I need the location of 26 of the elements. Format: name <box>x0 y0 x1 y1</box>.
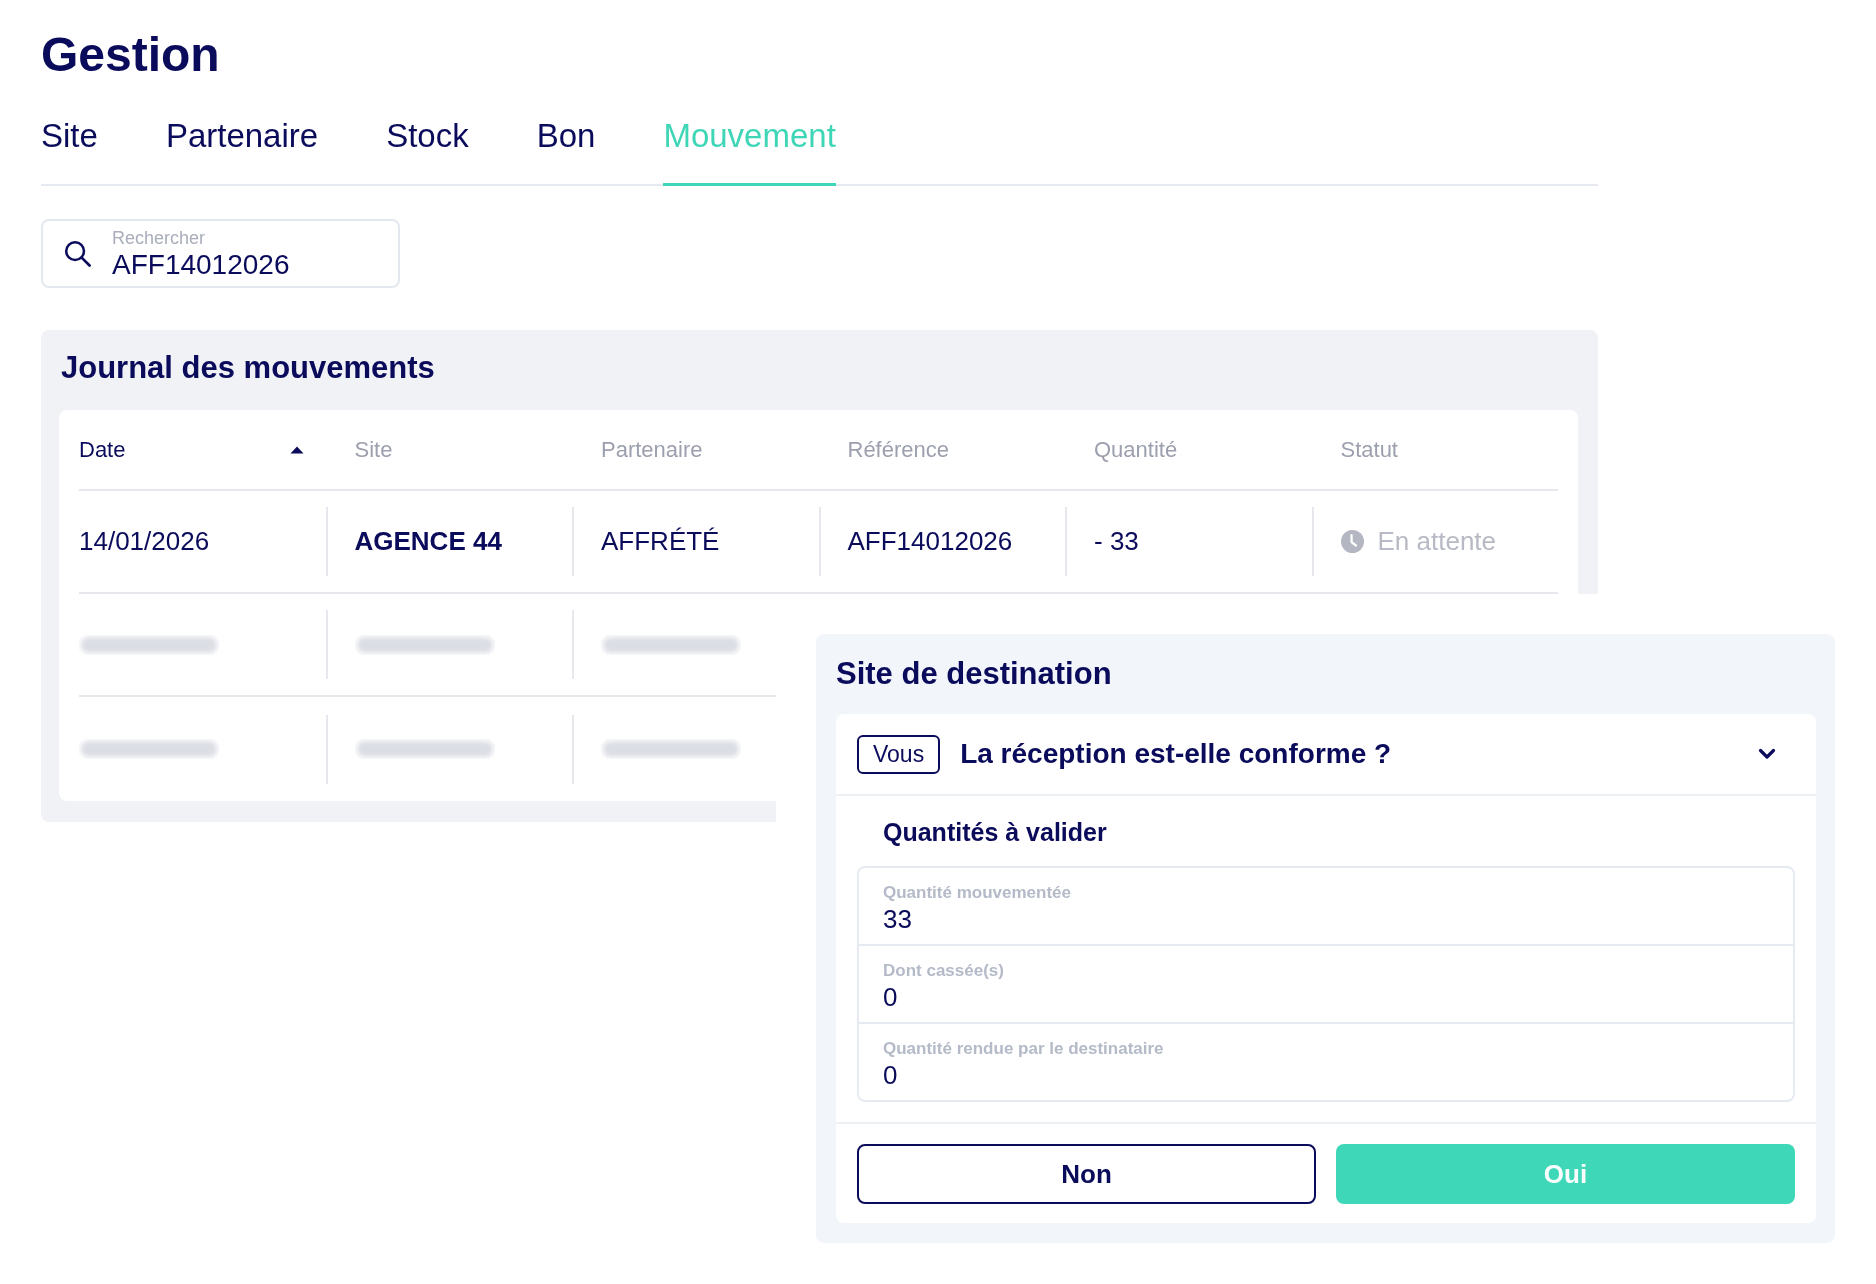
text-field[interactable]: Quantité rendue par le destinataire 0 <box>859 1022 1793 1100</box>
caret-up-icon[interactable] <box>289 445 304 454</box>
question-text: La réception est-elle conforme ? <box>960 738 1392 770</box>
panel-title: Site de destination <box>836 655 1112 693</box>
table-cell: - 33 <box>1065 507 1312 576</box>
clock-icon <box>1340 530 1364 553</box>
section-title: Quantités à valider <box>883 817 1107 848</box>
text-field[interactable]: Dont cassée(s) 0 <box>859 944 1793 1022</box>
table-cell: AGENCE 44 <box>325 507 572 576</box>
tab[interactable]: Bon <box>536 106 596 186</box>
table-cell: AFF14012026 <box>818 507 1065 576</box>
table-cell: AFFRÉTÉ <box>572 507 819 576</box>
page-title: Gestion <box>41 27 220 83</box>
search-field[interactable]: Rechercher AFF14012026 <box>41 219 400 288</box>
search-icon <box>64 240 91 267</box>
role-tag: Vous <box>857 734 941 774</box>
text-field[interactable]: Quantité mouvementée 33 <box>859 868 1793 944</box>
tab[interactable]: Partenaire <box>165 106 319 186</box>
tab[interactable]: Stock <box>386 106 469 186</box>
status-text: En attente <box>1377 526 1497 557</box>
column-header[interactable]: Date <box>79 435 126 464</box>
cancel-button[interactable]: Non <box>857 1144 1316 1204</box>
tab[interactable]: Site <box>41 106 98 186</box>
table-cell-text: 14/01/2026 <box>79 525 211 558</box>
chevron-down-icon[interactable] <box>1758 748 1776 760</box>
section-title: Journal des mouvements <box>61 349 435 387</box>
